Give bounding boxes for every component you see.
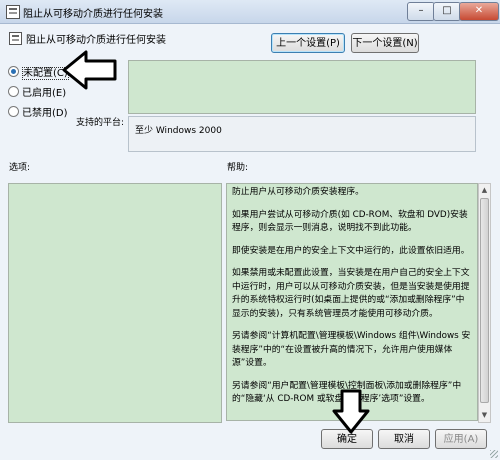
maximize-button[interactable]: □ — [433, 2, 461, 21]
help-paragraph: 另请参阅“计算机配置\管理模板\Windows 组件\Windows 安装程序”… — [232, 331, 471, 368]
radio-button[interactable] — [8, 66, 19, 77]
minimize-button[interactable]: – — [407, 2, 435, 21]
comment-textarea[interactable] — [128, 60, 476, 114]
platform-value: 至少 Windows 2000 — [135, 126, 222, 136]
radio-label: 已禁用(D) — [22, 108, 68, 119]
scroll-up-icon[interactable]: ▲ — [479, 184, 490, 197]
radio-button[interactable] — [8, 86, 19, 97]
help-label: 帮助: — [227, 163, 249, 173]
scroll-thumb[interactable] — [480, 198, 489, 403]
radio-disabled[interactable]: 已禁用(D) — [8, 104, 68, 119]
window-icon — [6, 5, 20, 19]
previous-setting-button[interactable]: 上一个设置(P) — [271, 33, 345, 53]
help-paragraph: 即使安装是在用户的安全上下文中运行的，此设置依旧适用。 — [232, 245, 470, 256]
platform-label: 支持的平台: — [76, 118, 125, 128]
help-panel: 防止用户从可移动介质安装程序。 如果用户尝试从可移动介质(如 CD-ROM、软盘… — [226, 183, 478, 421]
window-title: 阻止从可移动介质进行任何安装 — [23, 9, 163, 20]
options-label: 选项: — [9, 163, 31, 173]
radio-not-configured[interactable]: 未配置(C) — [8, 64, 69, 80]
apply-button[interactable]: 应用(A) — [435, 429, 487, 449]
scroll-down-icon[interactable]: ▼ — [479, 409, 490, 422]
radio-label: 已启用(E) — [22, 88, 67, 99]
close-button[interactable]: ✕ — [459, 2, 499, 21]
help-paragraph: 防止用户从可移动介质安装程序。 — [232, 187, 364, 197]
next-setting-button[interactable]: 下一个设置(N) — [351, 33, 419, 53]
cancel-button[interactable]: 取消 — [378, 429, 430, 449]
title-bar: 阻止从可移动介质进行任何安装 – □ ✕ — [0, 0, 500, 24]
policy-icon — [9, 32, 22, 45]
options-panel — [8, 183, 222, 423]
help-paragraph: 如果禁用或未配置此设置，当安装是在用户自己的安全上下文中运行时，用户可以从可移动… — [232, 268, 470, 319]
help-scrollbar[interactable]: ▲ ▼ — [478, 183, 491, 423]
down-arrow-icon — [332, 389, 370, 434]
left-arrow-icon — [62, 50, 117, 90]
radio-enabled[interactable]: 已启用(E) — [8, 84, 66, 99]
radio-button[interactable] — [8, 106, 19, 117]
policy-name: 阻止从可移动介质进行任何安装 — [26, 35, 166, 46]
help-paragraph: 如果用户尝试从可移动介质(如 CD-ROM、软盘和 DVD)安装程序，则会显示一… — [232, 209, 468, 234]
resize-grip-icon[interactable] — [490, 450, 498, 458]
